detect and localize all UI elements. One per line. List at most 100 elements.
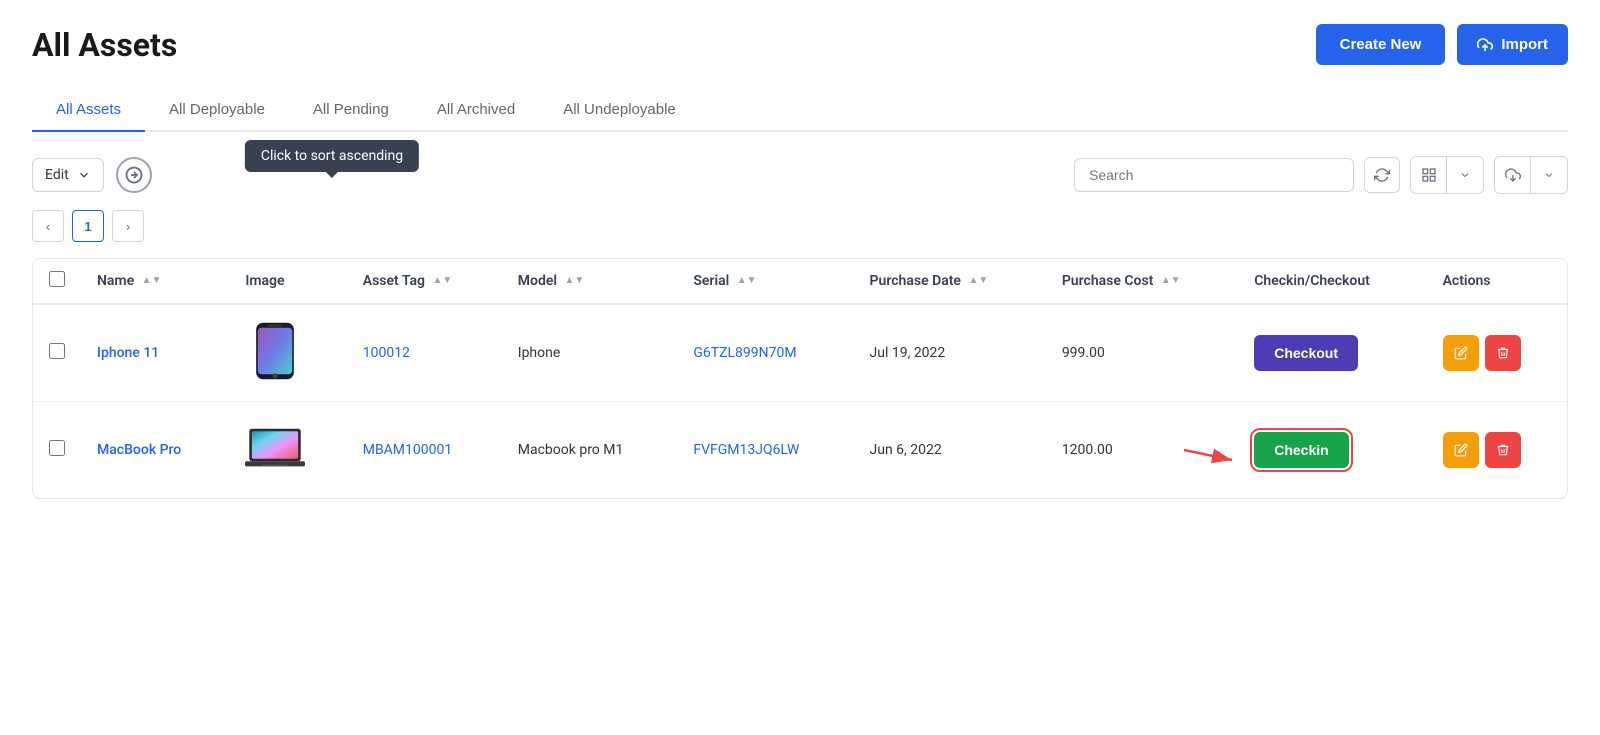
toolbar-right xyxy=(1074,156,1568,194)
delete-button-1[interactable] xyxy=(1485,335,1521,371)
page-header: All Assets Create New Import xyxy=(32,24,1568,65)
macbook-image xyxy=(245,418,305,478)
name-sort-icons: ▲▼ xyxy=(142,276,162,286)
arrow-right-icon xyxy=(125,166,143,184)
col-header-asset-tag[interactable]: Asset Tag ▲▼ xyxy=(347,259,502,304)
row-checkbox-cell xyxy=(33,304,81,402)
tab-all-archived[interactable]: All Archived xyxy=(413,89,539,132)
grid-view-button[interactable] xyxy=(1411,157,1447,193)
asset-tag-link-2[interactable]: MBAM100001 xyxy=(363,442,453,458)
search-input[interactable] xyxy=(1074,158,1354,192)
row-checkin-checkout-cell-1: Checkout xyxy=(1238,304,1426,402)
view-toggle-group xyxy=(1410,156,1484,194)
action-buttons-1 xyxy=(1443,335,1551,371)
pagination: ‹ 1 › xyxy=(32,210,1568,242)
tab-all-undeployable[interactable]: All Undeployable xyxy=(539,89,700,132)
import-button[interactable]: Import xyxy=(1457,24,1568,65)
row-purchase-cost-1: 999.00 xyxy=(1062,345,1105,361)
grid-icon xyxy=(1421,167,1437,183)
asset-name-link-1[interactable]: Iphone 11 xyxy=(97,345,159,361)
sort-tooltip: Click to sort ascending xyxy=(245,140,419,172)
row-model-cell-1: Iphone xyxy=(502,304,678,402)
page-1-button[interactable]: 1 xyxy=(72,210,104,242)
row-checkbox-2[interactable] xyxy=(49,440,65,456)
trash-icon-1 xyxy=(1496,346,1510,360)
iphone-image xyxy=(245,321,305,381)
trash-icon-2 xyxy=(1496,443,1510,457)
edit-dropdown[interactable]: Edit xyxy=(32,158,104,192)
col-header-actions: Actions xyxy=(1427,259,1567,304)
upload-icon xyxy=(1477,37,1493,53)
row-image-cell-2 xyxy=(229,402,346,499)
delete-button-2[interactable] xyxy=(1485,432,1521,468)
checkin-cell-container: Checkin xyxy=(1254,432,1348,468)
row-purchase-date-2: Jun 6, 2022 xyxy=(870,442,942,458)
next-page-button[interactable]: › xyxy=(112,210,144,242)
refresh-icon xyxy=(1374,167,1390,183)
row-purchase-cost-2: 1200.00 xyxy=(1062,442,1113,458)
tab-all-deployable[interactable]: All Deployable xyxy=(145,89,289,132)
edit-label: Edit xyxy=(45,167,69,183)
edit-button-1[interactable] xyxy=(1443,335,1479,371)
action-buttons-2 xyxy=(1443,432,1551,468)
col-header-model[interactable]: Model ▲▼ xyxy=(502,259,678,304)
tabs-container: All Assets All Deployable All Pending Al… xyxy=(32,89,1568,132)
col-header-purchase-cost[interactable]: Purchase Cost ▲▼ xyxy=(1046,259,1238,304)
refresh-button[interactable] xyxy=(1364,157,1400,193)
row-purchase-cost-cell-1: 999.00 xyxy=(1046,304,1238,402)
purchase-date-sort-icons: ▲▼ xyxy=(968,276,988,286)
chevron-down-icon-grid xyxy=(1459,169,1471,181)
pencil-icon-2 xyxy=(1454,443,1468,457)
asset-name-link-2[interactable]: MacBook Pro xyxy=(97,442,181,458)
col-header-checkin-checkout: Checkin/Checkout xyxy=(1238,259,1426,304)
row-checkbox-1[interactable] xyxy=(49,343,65,359)
row-serial-cell-1: G6TZL899N70M xyxy=(677,304,853,402)
row-actions-cell-2 xyxy=(1427,402,1567,499)
row-purchase-date-cell-1: Jul 19, 2022 xyxy=(854,304,1046,402)
create-new-button[interactable]: Create New xyxy=(1316,24,1446,65)
go-button[interactable] xyxy=(116,157,152,193)
row-image-cell-1 xyxy=(229,304,346,402)
select-all-checkbox[interactable] xyxy=(49,271,65,287)
checkout-button-1[interactable]: Checkout xyxy=(1254,335,1358,371)
col-header-image: Image xyxy=(229,259,346,304)
edit-button-2[interactable] xyxy=(1443,432,1479,468)
row-checkbox-cell-2 xyxy=(33,402,81,499)
download-chevron-button[interactable] xyxy=(1531,157,1567,193)
row-purchase-date-1: Jul 19, 2022 xyxy=(870,345,946,361)
purchase-cost-sort-icons: ▲▼ xyxy=(1161,276,1181,286)
row-name-cell: Iphone 11 xyxy=(81,304,229,402)
row-model-cell-2: Macbook pro M1 xyxy=(502,402,678,499)
tab-all-pending[interactable]: All Pending xyxy=(289,89,413,132)
row-model-1: Iphone xyxy=(518,345,561,361)
row-serial-cell-2: FVFGM13JQ6LW xyxy=(677,402,853,499)
tab-all-assets[interactable]: All Assets xyxy=(32,89,145,132)
asset-tag-link-1[interactable]: 100012 xyxy=(363,345,410,361)
assets-table-wrapper: Name ▲▼ Image Asset Tag ▲▼ Model ▲▼ Seri… xyxy=(32,258,1568,499)
page-title: All Assets xyxy=(32,26,177,64)
row-serial-link-1[interactable]: G6TZL899N70M xyxy=(693,345,796,361)
download-group xyxy=(1494,156,1568,194)
row-serial-link-2[interactable]: FVFGM13JQ6LW xyxy=(693,442,799,458)
row-name-cell-2: MacBook Pro xyxy=(81,402,229,499)
row-purchase-date-cell-2: Jun 6, 2022 xyxy=(854,402,1046,499)
table-row: MacBook Pro xyxy=(33,402,1567,499)
col-header-purchase-date[interactable]: Purchase Date ▲▼ xyxy=(854,259,1046,304)
pencil-icon-1 xyxy=(1454,346,1468,360)
col-header-name[interactable]: Name ▲▼ xyxy=(81,259,229,304)
row-actions-cell-1 xyxy=(1427,304,1567,402)
prev-page-button[interactable]: ‹ xyxy=(32,210,64,242)
table-header-row: Name ▲▼ Image Asset Tag ▲▼ Model ▲▼ Seri… xyxy=(33,259,1567,304)
chevron-down-icon-download xyxy=(1543,169,1555,181)
col-header-serial[interactable]: Serial ▲▼ xyxy=(677,259,853,304)
serial-sort-icons: ▲▼ xyxy=(737,276,757,286)
toolbar-left: Edit xyxy=(32,157,152,193)
table-row: Iphone 11 xyxy=(33,304,1567,402)
row-checkin-checkout-cell-2: Checkin xyxy=(1238,402,1426,499)
checkin-button-2[interactable]: Checkin xyxy=(1254,432,1348,468)
row-model-2: Macbook pro M1 xyxy=(518,442,624,458)
grid-chevron-button[interactable] xyxy=(1447,157,1483,193)
download-icon xyxy=(1505,167,1521,183)
download-button[interactable] xyxy=(1495,157,1531,193)
red-arrow-icon xyxy=(1184,435,1244,465)
